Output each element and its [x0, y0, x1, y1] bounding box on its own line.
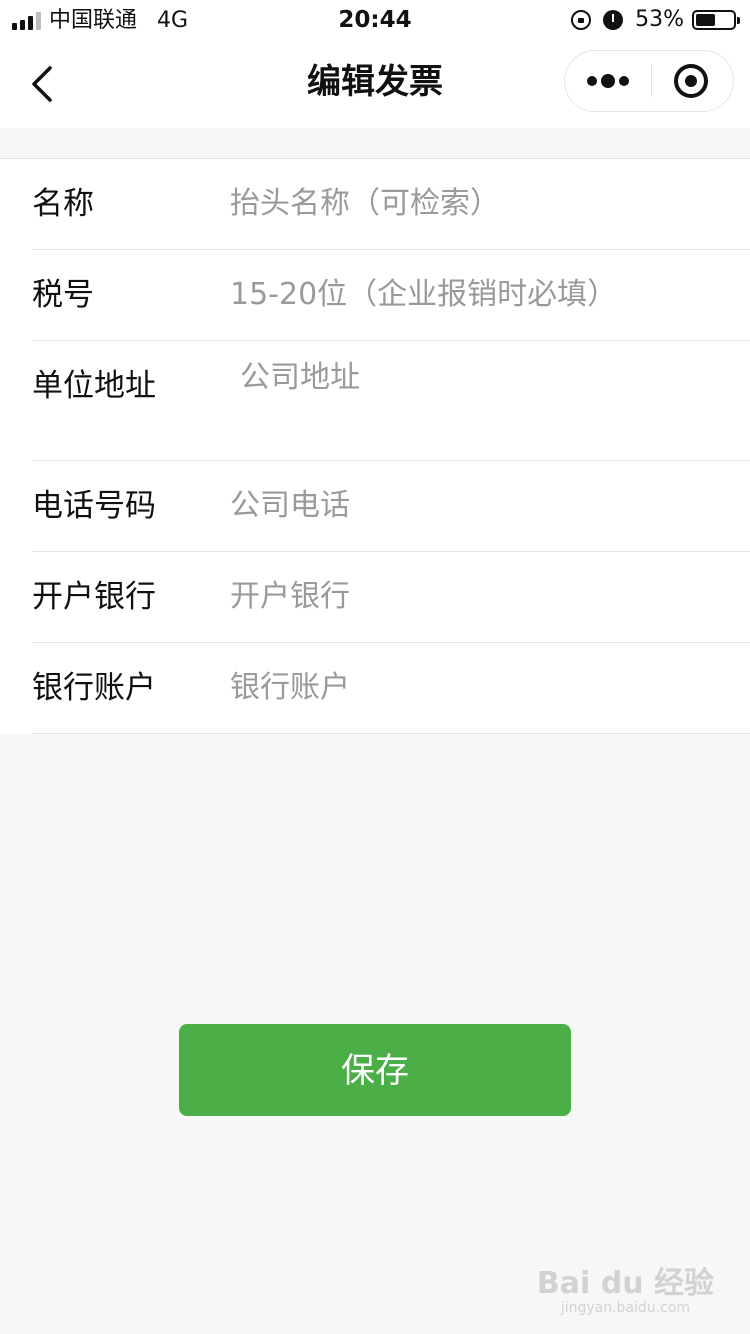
form-row-name: 名称	[32, 159, 750, 250]
name-input[interactable]	[230, 183, 730, 225]
save-button[interactable]: 保存	[179, 1024, 571, 1116]
capsule-menu	[564, 50, 734, 112]
form-row-address: 单位地址	[32, 341, 750, 461]
phone-label: 电话号码	[32, 488, 156, 524]
account-label: 银行账户	[32, 670, 156, 706]
battery-percent: 53%	[635, 7, 684, 32]
alarm-icon	[603, 10, 624, 30]
form-row-tax-id: 税号	[32, 250, 750, 341]
tax-id-label: 税号	[32, 277, 94, 313]
status-right: 53%	[571, 7, 740, 33]
status-bar: 中国联通 4G 20:44 53%	[0, 0, 750, 42]
capsule-divider	[651, 65, 652, 97]
bank-input[interactable]	[230, 576, 730, 618]
more-button[interactable]	[565, 51, 651, 111]
address-label: 单位地址	[32, 368, 156, 404]
invoice-form: 名称 税号 单位地址 电话号码 开户银行 银行账户	[0, 158, 750, 734]
watermark-url: jingyan.baidu.com	[560, 1300, 691, 1316]
close-miniprogram-button[interactable]	[653, 51, 733, 111]
form-row-bank: 开户银行	[32, 552, 750, 643]
baidu-watermark: Bai du 经验 jingyan.baidu.com	[536, 1266, 714, 1317]
nav-bar: 编辑发票	[0, 42, 750, 128]
account-input[interactable]	[230, 667, 730, 709]
tax-id-input[interactable]	[230, 274, 730, 316]
battery-icon	[692, 10, 740, 30]
form-row-phone: 电话号码	[32, 461, 750, 552]
rotation-lock-icon	[571, 10, 592, 30]
form-row-account: 银行账户	[32, 643, 750, 734]
phone-input[interactable]	[230, 485, 730, 527]
name-label: 名称	[32, 186, 94, 222]
watermark-logo: Bai du 经验	[536, 1266, 714, 1301]
target-circle-icon	[674, 64, 708, 98]
bank-label: 开户银行	[32, 579, 156, 615]
more-dots-icon	[587, 74, 629, 88]
address-input[interactable]	[240, 357, 740, 399]
